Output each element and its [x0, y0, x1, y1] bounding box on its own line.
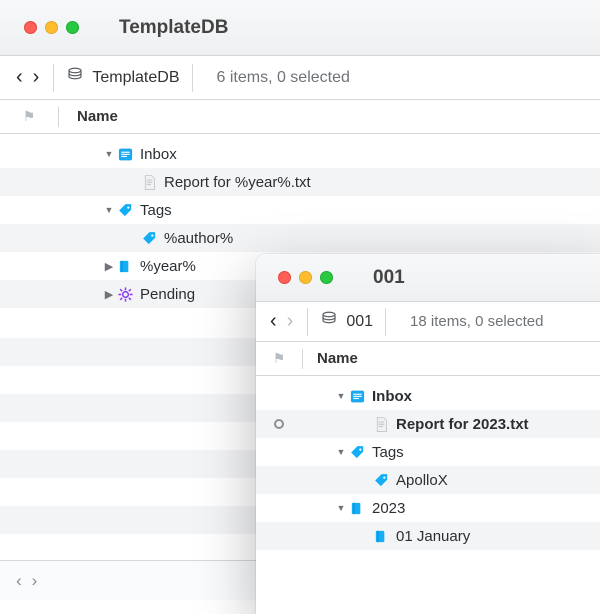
minimize-button[interactable]: [299, 271, 312, 284]
inbox-icon: [348, 387, 366, 405]
row-label: Inbox: [140, 146, 177, 163]
row-label: 2023: [372, 500, 405, 517]
folder-icon: [348, 499, 366, 517]
breadcrumb-label: 001: [346, 313, 373, 331]
tree-row[interactable]: ApolloX: [256, 466, 600, 494]
outline-tree: ▼ Inbox Report for 2023.txt ▼ Tags ApolloX ▼ 20…: [256, 376, 600, 550]
gear-icon: [116, 285, 134, 303]
minimize-button[interactable]: [45, 21, 58, 34]
folder-icon: [116, 257, 134, 275]
close-button[interactable]: [24, 21, 37, 34]
flag-column-header[interactable]: ⚑: [0, 108, 58, 125]
path-back-button[interactable]: ‹: [14, 571, 24, 591]
status-text: 6 items, 0 selected: [217, 69, 350, 87]
traffic-lights: [278, 271, 333, 284]
breadcrumb[interactable]: 001: [320, 310, 373, 333]
separator: [192, 64, 193, 92]
tree-row[interactable]: ▼ 2023: [256, 494, 600, 522]
tree-row[interactable]: ▼ Tags: [256, 438, 600, 466]
tree-row[interactable]: ▼ Tags: [0, 196, 600, 224]
column-header-row: ⚑ Name: [256, 342, 600, 376]
window-title: TemplateDB: [119, 17, 228, 39]
row-label: Pending: [140, 286, 195, 303]
history-nav: ‹ ›: [268, 310, 295, 333]
forward-button[interactable]: ›: [285, 310, 296, 333]
separator: [53, 64, 54, 92]
close-button[interactable]: [278, 271, 291, 284]
tree-row[interactable]: 01 January: [256, 522, 600, 550]
history-nav: ‹ ›: [14, 66, 41, 89]
document-icon: [372, 415, 390, 433]
tag-icon: [116, 201, 134, 219]
tag-icon: [140, 229, 158, 247]
flag-column-header[interactable]: ⚑: [256, 350, 302, 367]
flag-dot-icon: [274, 419, 284, 429]
tag-icon: [348, 443, 366, 461]
row-label: 01 January: [396, 528, 470, 545]
row-label: %author%: [164, 230, 233, 247]
disclosure-triangle[interactable]: ▼: [102, 149, 116, 159]
inbox-icon: [116, 145, 134, 163]
row-label: Inbox: [372, 388, 412, 405]
status-text: 18 items, 0 selected: [410, 313, 543, 330]
toolbar: ‹ › 001 18 items, 0 selected: [256, 302, 600, 342]
disclosure-triangle[interactable]: ▼: [102, 205, 116, 215]
disclosure-triangle[interactable]: ▶: [102, 260, 116, 273]
tree-row[interactable]: Report for %year%.txt: [0, 168, 600, 196]
column-header-row: ⚑ Name: [0, 100, 600, 134]
document-icon: [140, 173, 158, 191]
zoom-button[interactable]: [66, 21, 79, 34]
tree-row[interactable]: %author%: [0, 224, 600, 252]
disclosure-triangle[interactable]: ▶: [102, 288, 116, 301]
separator: [385, 308, 386, 336]
breadcrumb[interactable]: TemplateDB: [66, 66, 179, 89]
separator: [307, 308, 308, 336]
row-label: %year%: [140, 258, 196, 275]
name-column-header[interactable]: Name: [59, 108, 118, 125]
row-label: Report for 2023.txt: [396, 416, 529, 433]
forward-button[interactable]: ›: [31, 66, 42, 89]
disclosure-triangle[interactable]: ▼: [334, 503, 348, 513]
name-column-header[interactable]: Name: [303, 350, 358, 367]
breadcrumb-label: TemplateDB: [92, 69, 179, 87]
titlebar: TemplateDB: [0, 0, 600, 56]
row-label: Tags: [140, 202, 172, 219]
tag-icon: [372, 471, 390, 489]
back-button[interactable]: ‹: [14, 66, 25, 89]
database-icon: [320, 310, 338, 333]
folder-icon: [372, 527, 390, 545]
disclosure-triangle[interactable]: ▼: [334, 447, 348, 457]
row-label: ApolloX: [396, 472, 448, 489]
tree-row[interactable]: Report for 2023.txt: [256, 410, 600, 438]
window-title: 001: [373, 267, 405, 289]
row-label: Report for %year%.txt: [164, 174, 311, 191]
traffic-lights: [24, 21, 79, 34]
disclosure-triangle[interactable]: ▼: [334, 391, 348, 401]
zoom-button[interactable]: [320, 271, 333, 284]
titlebar: 001: [256, 254, 600, 302]
flag-cell[interactable]: [256, 419, 302, 429]
database-icon: [66, 66, 84, 89]
secondary-window: 001 ‹ › 001 18 items, 0 selected ⚑ Name …: [256, 254, 600, 614]
path-forward-button[interactable]: ›: [30, 571, 40, 591]
toolbar: ‹ › TemplateDB 6 items, 0 selected: [0, 56, 600, 100]
tree-row[interactable]: ▼ Inbox: [0, 140, 600, 168]
back-button[interactable]: ‹: [268, 310, 279, 333]
tree-row[interactable]: ▼ Inbox: [256, 382, 600, 410]
row-label: Tags: [372, 444, 404, 461]
